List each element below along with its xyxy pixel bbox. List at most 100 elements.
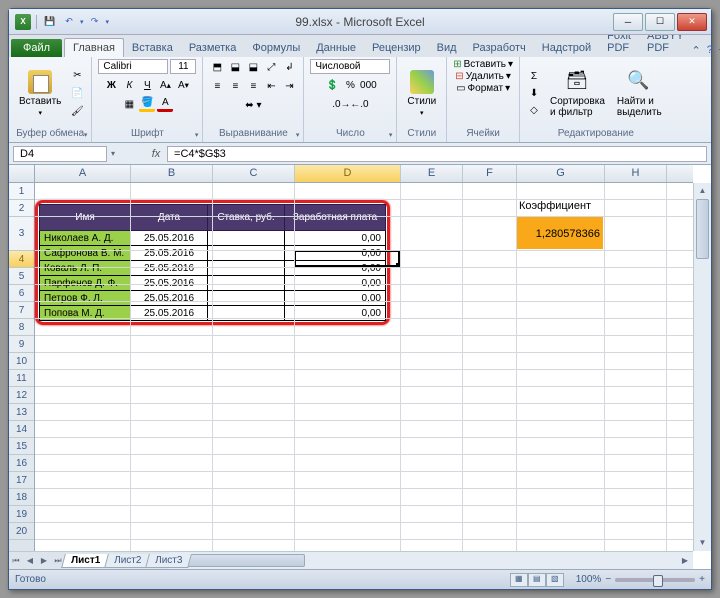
tab-developer[interactable]: Разработч — [465, 39, 534, 57]
scroll-right-icon[interactable]: ▶ — [677, 552, 693, 569]
column-header-C[interactable]: C — [213, 165, 295, 182]
find-select-button[interactable]: 🔍 Найти и выделить — [613, 68, 666, 120]
coefficient-cell[interactable]: 1,280578366 — [517, 217, 603, 249]
table-cell[interactable] — [208, 246, 285, 261]
row-header-5[interactable]: 5 — [9, 268, 34, 285]
row-header-11[interactable]: 11 — [9, 370, 34, 387]
format-painter-button[interactable]: 🖌 — [69, 104, 85, 120]
underline-button[interactable]: Ч — [139, 77, 155, 93]
italic-button[interactable]: К — [121, 77, 137, 93]
view-break[interactable]: ▧ — [546, 573, 564, 587]
column-header-B[interactable]: B — [131, 165, 213, 182]
row-header-1[interactable]: 1 — [9, 183, 34, 200]
table-cell[interactable] — [208, 231, 285, 246]
table-cell[interactable]: 0,00 — [285, 291, 386, 306]
wrap-text-button[interactable]: ↲ — [281, 59, 297, 75]
table-cell[interactable]: 0,00 — [285, 261, 386, 276]
row-header-9[interactable]: 9 — [9, 336, 34, 353]
vscroll-thumb[interactable] — [696, 199, 709, 259]
increase-indent[interactable]: ⇥ — [281, 78, 297, 94]
bold-button[interactable]: Ж — [103, 77, 119, 93]
row-header-8[interactable]: 8 — [9, 319, 34, 336]
column-header-G[interactable]: G — [517, 165, 605, 182]
fill-color-button[interactable]: 🪣 — [139, 96, 155, 112]
table-cell[interactable]: 25.05.2016 — [131, 246, 208, 261]
table-cell[interactable]: Петров Ф. Л. — [40, 291, 131, 306]
format-cells-button[interactable]: ▭ Формат ▾ — [456, 83, 510, 94]
grow-font-button[interactable]: A▴ — [157, 77, 173, 93]
merge-button[interactable]: ⬌ ▾ — [241, 97, 265, 113]
worksheet-grid[interactable]: ABCDEFGH 1234567891011121314151617181920… — [9, 165, 711, 569]
column-header-H[interactable]: H — [605, 165, 667, 182]
scroll-up-icon[interactable]: ▲ — [694, 183, 711, 199]
maximize-button[interactable]: ☐ — [645, 13, 675, 31]
currency-button[interactable]: 💲 — [324, 77, 340, 93]
border-button[interactable]: ▦ — [121, 96, 137, 112]
insert-cells-button[interactable]: ⊞ Вставить ▾ — [453, 59, 513, 70]
align-left[interactable]: ≡ — [209, 78, 225, 94]
row-header-13[interactable]: 13 — [9, 404, 34, 421]
align-center[interactable]: ≡ — [227, 78, 243, 94]
select-all-button[interactable] — [9, 165, 35, 183]
horizontal-scrollbar[interactable]: ◀ ▶ — [169, 551, 693, 569]
tab-review[interactable]: Рецензир — [364, 39, 429, 57]
fill-button[interactable]: ⬇ — [526, 86, 542, 102]
delete-cells-button[interactable]: ⊟ Удалить ▾ — [455, 71, 511, 82]
thousands-button[interactable]: 000 — [360, 77, 376, 93]
formula-bar[interactable]: =C4*$G$3 — [167, 146, 707, 162]
tab-formulas[interactable]: Формулы — [244, 39, 308, 57]
cut-button[interactable]: ✂ — [69, 68, 85, 84]
cell-styles-button[interactable]: Стили ▾ — [403, 68, 440, 119]
column-header-F[interactable]: F — [463, 165, 517, 182]
table-cell[interactable]: Сафронова В. М. — [40, 246, 131, 261]
paste-button[interactable]: Вставить ▾ — [15, 68, 65, 119]
minimize-button[interactable]: ─ — [613, 13, 643, 31]
file-tab[interactable]: Файл — [11, 39, 62, 57]
scroll-down-icon[interactable]: ▼ — [694, 535, 711, 551]
redo-button[interactable]: ↷ — [87, 14, 103, 30]
align-top[interactable]: ⬒ — [209, 59, 225, 75]
table-cell[interactable] — [208, 291, 285, 306]
row-header-3[interactable]: 3 — [9, 217, 34, 251]
table-cell[interactable]: 0,00 — [285, 231, 386, 246]
table-cell[interactable]: 0,00 — [285, 276, 386, 291]
table-cell[interactable]: 25.05.2016 — [131, 276, 208, 291]
row-header-18[interactable]: 18 — [9, 489, 34, 506]
row-header-17[interactable]: 17 — [9, 472, 34, 489]
qat-customize[interactable]: ▾ — [106, 18, 110, 26]
decrease-indent[interactable]: ⇤ — [263, 78, 279, 94]
zoom-in-button[interactable]: + — [699, 574, 705, 585]
name-box[interactable]: D4 — [13, 146, 107, 162]
tab-pagelayout[interactable]: Разметка — [181, 39, 245, 57]
help-icon[interactable]: ? — [707, 44, 713, 57]
zoom-slider[interactable] — [615, 578, 695, 582]
tab-data[interactable]: Данные — [308, 39, 364, 57]
undo-dropdown[interactable]: ▾ — [80, 18, 84, 26]
column-header-D[interactable]: D — [295, 165, 401, 182]
align-right[interactable]: ≡ — [245, 78, 261, 94]
row-header-4[interactable]: 4 — [9, 251, 34, 268]
table-cell[interactable]: 25.05.2016 — [131, 231, 208, 246]
row-header-10[interactable]: 10 — [9, 353, 34, 370]
row-header-19[interactable]: 19 — [9, 506, 34, 523]
shrink-font-button[interactable]: A▾ — [175, 77, 191, 93]
sheet-tab-3[interactable]: Лист3 — [146, 554, 193, 568]
zoom-percent[interactable]: 100% — [576, 574, 602, 585]
row-header-6[interactable]: 6 — [9, 285, 34, 302]
row-header-12[interactable]: 12 — [9, 387, 34, 404]
font-size-combo[interactable]: 11 — [170, 59, 196, 74]
view-layout[interactable]: ▤ — [528, 573, 546, 587]
table-cell[interactable]: Парфенов Д. Ф. — [40, 276, 131, 291]
cells-area[interactable]: Коэффициент 1,280578366 ИмяДатаСтавка, р… — [35, 183, 693, 551]
save-button[interactable]: 💾 — [42, 14, 58, 30]
fx-button[interactable]: fx — [145, 148, 167, 160]
table-cell[interactable]: Николаев А. Д. — [40, 231, 131, 246]
row-header-20[interactable]: 20 — [9, 523, 34, 540]
column-header-A[interactable]: A — [35, 165, 131, 182]
table-cell[interactable]: Коваль Л. П. — [40, 261, 131, 276]
tab-insert[interactable]: Вставка — [124, 39, 181, 57]
copy-button[interactable]: 📄 — [69, 86, 85, 102]
zoom-out-button[interactable]: − — [605, 574, 611, 585]
sheet-tab-1[interactable]: Лист1 — [61, 554, 110, 568]
row-header-2[interactable]: 2 — [9, 200, 34, 217]
